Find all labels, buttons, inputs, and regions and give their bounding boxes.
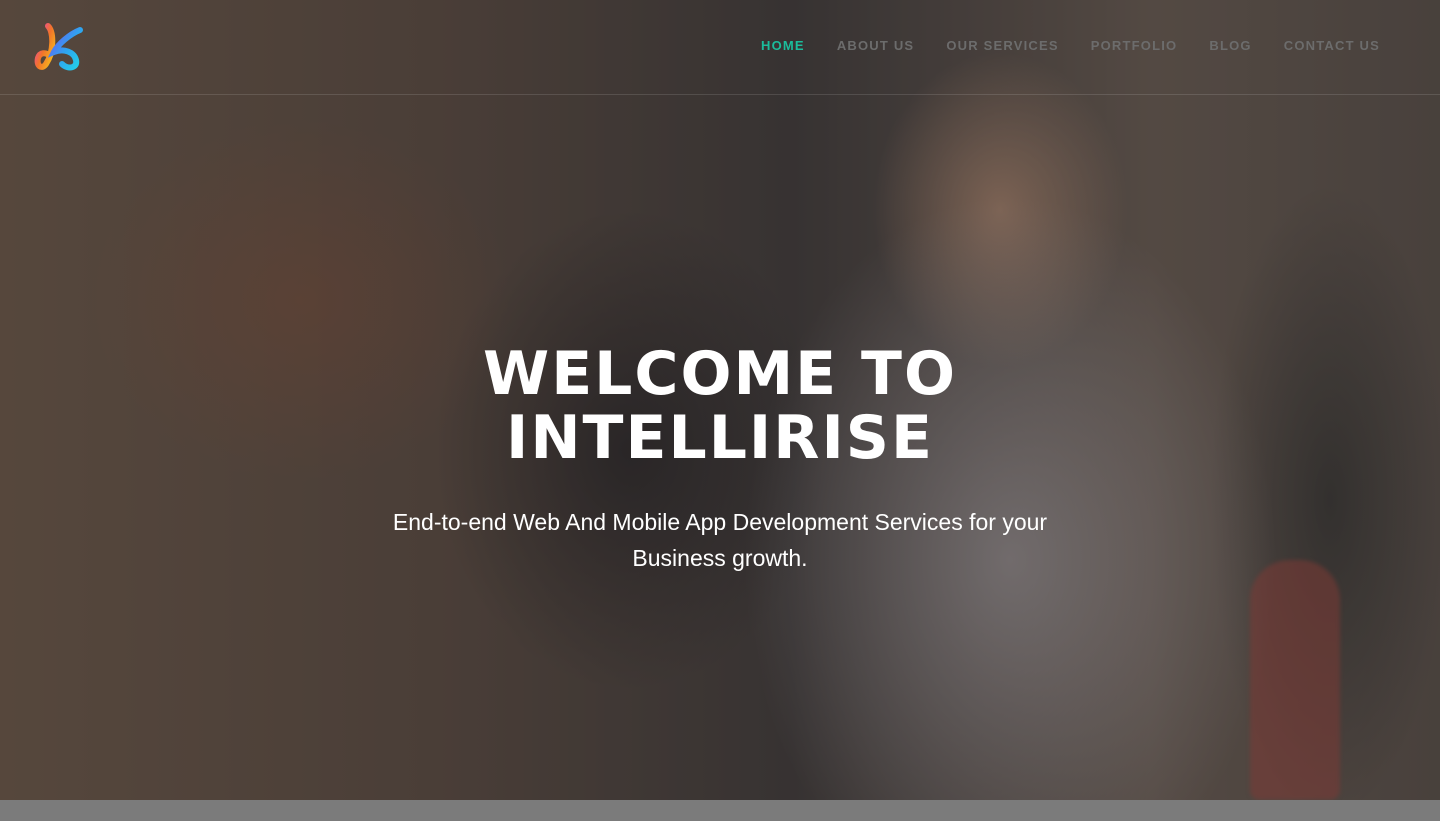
page-bottom-strip	[0, 800, 1440, 821]
nav-home-link[interactable]: HOME	[761, 38, 805, 53]
nav-contact-us-link[interactable]: CONTACT US	[1284, 38, 1380, 53]
hero-title-line-2: INTELLIRISE	[506, 403, 934, 473]
nav-portfolio-link[interactable]: PORTFOLIO	[1091, 38, 1178, 53]
main-nav-menu: HOME ABOUT US OUR SERVICES PORTFOLIO BLO…	[761, 37, 1380, 55]
nav-about-us-link[interactable]: ABOUT US	[837, 38, 915, 53]
hero-title: WELCOME TO INTELLIRISE	[320, 342, 1120, 470]
intellirise-logo-icon[interactable]	[34, 22, 88, 72]
top-navbar: HOME ABOUT US OUR SERVICES PORTFOLIO BLO…	[0, 0, 1440, 95]
hero-subtitle: End-to-end Web And Mobile App Developmen…	[392, 509, 1048, 571]
nav-our-services-link[interactable]: OUR SERVICES	[946, 38, 1058, 53]
nav-blog-link[interactable]: BLOG	[1209, 38, 1251, 53]
hero-content: WELCOME TO INTELLIRISE End-to-end Web An…	[320, 342, 1120, 576]
hero-title-line-1: WELCOME TO	[483, 339, 957, 409]
